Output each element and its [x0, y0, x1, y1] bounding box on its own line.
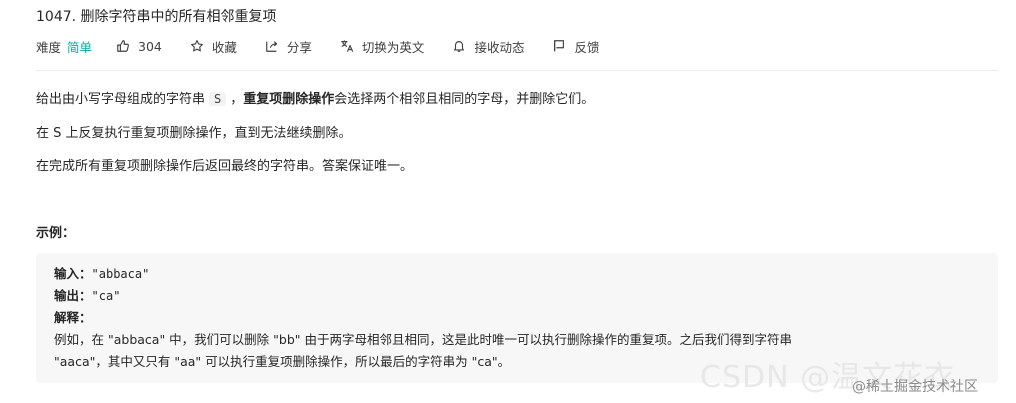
thumbs-up-icon	[117, 40, 129, 52]
inline-code: S	[209, 92, 227, 106]
problem-title: 1047. 删除字符串中的所有相邻重复项	[36, 9, 277, 25]
description-text: 给出由小写字母组成的字符串	[36, 92, 206, 107]
bold-term: 重复项删除操作	[243, 92, 335, 107]
difficulty-badge: 简单	[67, 39, 93, 55]
example-heading: 示例：	[36, 226, 76, 241]
example-input-line: 输入："abbaca"	[54, 263, 980, 285]
collect-label: 收藏	[211, 39, 237, 55]
input-value: "abbaca"	[91, 267, 150, 281]
description-separator: ，	[230, 92, 244, 107]
problem-toolbar: 难度 简单 304 收藏 分享 切换为英文 接收动态 反馈	[36, 36, 627, 56]
example-explain-label-line: 解释：	[54, 307, 980, 329]
star-icon	[190, 40, 203, 52]
feedback-flag-icon	[554, 40, 565, 52]
switch-language-label: 切换为英文	[361, 39, 425, 55]
bell-icon	[454, 41, 465, 52]
share-button[interactable]: 分享	[265, 37, 312, 56]
description-paragraph-3: 在完成所有重复项删除操作后返回最终的字符串。答案保证唯一。	[36, 159, 414, 174]
description-text: 会选择两个相邻且相同的字母，并删除它们。	[334, 92, 595, 107]
share-icon	[266, 41, 278, 52]
switch-language-button[interactable]: 切换为英文	[340, 37, 425, 56]
like-button[interactable]: 304	[116, 39, 162, 54]
toolbar-divider	[36, 70, 998, 71]
explain-line-1: 例如，在 "abbaca" 中，我们可以删除 "bb" 由于两字母相邻且相同，这…	[54, 332, 792, 347]
collect-button[interactable]: 收藏	[190, 37, 237, 56]
translate-icon	[341, 40, 354, 52]
juejin-watermark: @稀土掘金技术社区	[852, 379, 978, 395]
notify-label: 接收动态	[474, 39, 525, 55]
input-label: 输入：	[54, 266, 92, 281]
share-label: 分享	[286, 39, 312, 55]
output-value: "ca"	[91, 289, 121, 303]
feedback-label: 反馈	[574, 39, 600, 55]
explain-label: 解释：	[54, 310, 92, 325]
description-paragraph-2: 在 S 上反复执行重复项删除操作，直到无法继续删除。	[36, 126, 352, 141]
difficulty-label: 难度	[36, 39, 62, 55]
notify-button[interactable]: 接收动态	[452, 37, 524, 56]
description-paragraph-1: 给出由小写字母组成的字符串 S ，重复项删除操作会选择两个相邻且相同的字母，并删除它…	[36, 88, 594, 107]
feedback-button[interactable]: 反馈	[552, 37, 599, 56]
example-output-line: 输出："ca"	[54, 285, 980, 307]
like-count: 304	[138, 38, 162, 54]
output-label: 输出：	[54, 288, 92, 303]
